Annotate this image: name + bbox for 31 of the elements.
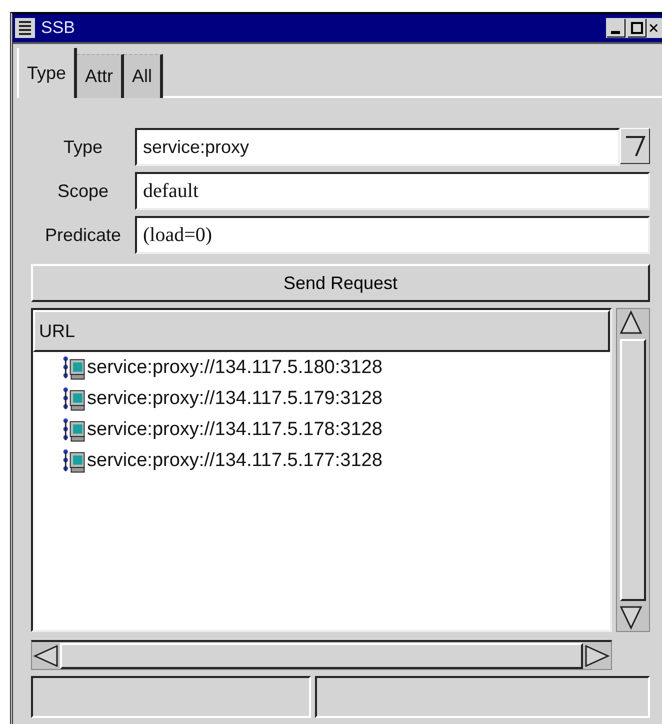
tab[interactable]: All — [124, 54, 164, 98]
window-menu-icon[interactable] — [15, 18, 35, 38]
computer-icon — [61, 416, 87, 442]
computer-icon — [61, 354, 87, 380]
vertical-scrollbar[interactable] — [616, 308, 650, 632]
type-combo-field[interactable]: service:proxy — [135, 128, 620, 166]
field-label: Scope — [56, 180, 110, 202]
window-title: SSB — [41, 18, 76, 38]
computer-icon — [61, 448, 87, 474]
computer-icon — [61, 386, 87, 412]
scroll-thumb[interactable] — [60, 642, 583, 668]
column-header[interactable]: URL — [33, 310, 610, 352]
url-item[interactable]: service:proxy://134.117.5.179:3128 — [87, 388, 382, 410]
input-field[interactable]: (load=0) — [135, 216, 650, 254]
input-field[interactable]: default — [135, 172, 650, 210]
url-item[interactable]: service:proxy://134.117.5.180:3128 — [87, 356, 382, 378]
send-request-button[interactable]: Send Request — [31, 264, 650, 302]
dropdown-icon[interactable] — [620, 128, 650, 164]
horizontal-scrollbar[interactable] — [31, 640, 612, 670]
url-item[interactable]: service:proxy://134.117.5.178:3128 — [87, 418, 382, 440]
scroll-up-icon[interactable] — [617, 309, 645, 337]
field-label: Predicate — [44, 224, 122, 246]
url-item[interactable]: service:proxy://134.117.5.177:3128 — [87, 450, 382, 472]
scroll-thumb[interactable] — [620, 339, 646, 601]
tab[interactable]: Type — [17, 48, 78, 98]
scroll-left-icon[interactable] — [32, 644, 60, 668]
minimize-icon[interactable] — [606, 18, 626, 38]
scroll-right-icon[interactable] — [583, 644, 611, 668]
field-label: Type — [62, 136, 104, 158]
maximize-icon[interactable] — [627, 18, 647, 38]
tab[interactable]: Attr — [77, 54, 124, 98]
